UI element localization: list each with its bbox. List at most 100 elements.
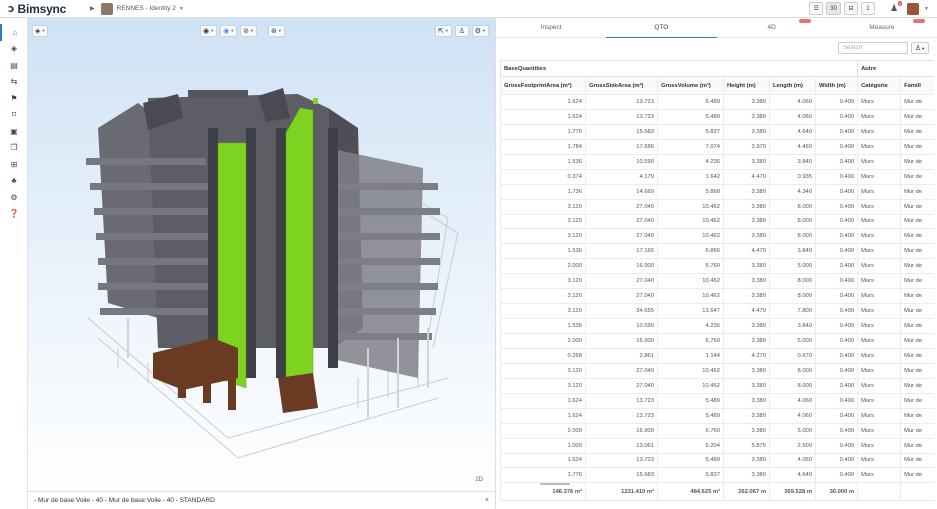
table-row[interactable]: 0.268 2.861 1.144 4.270 0.670 0.400 Murs Mur de (500, 347, 934, 364)
horizontal-scrollbar[interactable] (540, 483, 570, 485)
view-3d-button[interactable]: 30 (826, 2, 841, 15)
search-input[interactable] (838, 42, 908, 54)
table-row[interactable]: 1.736 14.669 5.868 3.380 4.340 0.400 Murs Mur d… (500, 183, 934, 200)
table-cell: 14.669 (585, 183, 658, 200)
notifications-button[interactable]: ♟ 2 (890, 1, 903, 14)
project-name[interactable]: RENNES - Identity 2 (117, 5, 176, 12)
table-row[interactable]: 2.000 16.900 6.760 3.380 5.000 0.400 Murs Mur d… (500, 258, 934, 275)
view-cube-button[interactable]: ◈ ▼ (32, 24, 49, 37)
tab-4d[interactable]: 4D (717, 18, 827, 37)
sidebar-item-help[interactable]: ❓ (0, 206, 28, 223)
table-row[interactable]: 1.624 13.723 5.489 3.380 4.060 0.400 Murs Mur d… (500, 452, 934, 469)
table-cell: 4.470 (723, 243, 770, 260)
column-header[interactable]: Famill (900, 76, 934, 95)
table-cell: Mur de (900, 108, 934, 125)
column-header[interactable]: GrossSideArea (m²) (585, 76, 658, 95)
column-header[interactable]: GrossVolume (m³) (657, 76, 724, 95)
group-header-basequantities: BaseQuantities (500, 60, 859, 77)
table-cell: 4.470 (723, 303, 770, 320)
table-cell: 5.000 (769, 333, 816, 349)
building-model[interactable] (28, 18, 495, 491)
hide-button[interactable]: ⊘ ▼ (240, 24, 257, 37)
table-cell: 16.900 (585, 333, 658, 349)
sidebar-item-users[interactable]: ♣ (0, 173, 28, 190)
sidebar-item-reports[interactable]: ▤ (0, 57, 28, 74)
table-row[interactable]: 1.536 10.590 4.236 3.380 3.840 0.400 Murs Mur d… (500, 153, 934, 170)
table-cell: Mur de (900, 273, 934, 290)
table-cell: 1.624 (500, 407, 586, 424)
3d-viewport[interactable]: ◈ ▼ ◉ ▼ ◉ ▼ ⊘ ▼ ⊛ ▼ ⇱ ▼ ♙ ⚙ ▼ 2D (28, 18, 495, 491)
table-row[interactable]: 3.120 34.655 13.647 4.470 7.800 0.400 Murs Mur … (500, 303, 934, 320)
table-cell: 4.640 (769, 467, 816, 484)
column-header[interactable]: Catégorie (857, 76, 902, 95)
section-button[interactable]: ⊛ ▼ (268, 24, 285, 37)
table-row[interactable]: 1.000 13.061 5.204 5.875 2.500 0.400 Murs Mur d… (500, 437, 934, 454)
sidebar-item-copy[interactable]: ❐ (0, 140, 28, 157)
sidebar-item-models[interactable]: ◈ (0, 41, 28, 58)
chevron-down-icon[interactable]: ▼ (924, 6, 929, 12)
table-row[interactable]: 1.624 13.723 5.489 3.380 4.060 0.400 Murs Mur d… (500, 407, 934, 424)
table-cell: 0.400 (814, 153, 859, 170)
column-header[interactable]: Length (m) (769, 76, 816, 95)
table-row[interactable]: 3.120 27.040 10.462 3.380 8.000 0.400 Murs Mur … (500, 377, 934, 394)
table-cell: Mur de (900, 213, 934, 230)
visibility-button[interactable]: ◉ ▼ (200, 24, 218, 37)
table-row[interactable]: 1.776 15.683 5.837 3.380 4.640 0.400 Murs Mur d… (500, 123, 934, 140)
table-cell: 0.400 (814, 437, 859, 454)
table-cell: 27.040 (585, 198, 658, 215)
table-row[interactable]: 1.624 13.723 5.489 3.380 4.060 0.400 Murs Mur d… (500, 108, 934, 125)
sidebar-item-briefcase[interactable]: ▣ (0, 123, 28, 140)
select-tool-button[interactable]: ⇱ ▼ (434, 24, 452, 37)
table-row[interactable]: 3.120 27.040 10.462 3.380 8.000 0.400 Murs Mur … (500, 228, 934, 245)
sidebar-item-network[interactable]: ⊞ (0, 156, 28, 173)
chevron-down-icon[interactable]: ▼ (179, 6, 184, 12)
project-avatar[interactable] (100, 2, 113, 15)
split-view-button[interactable]: ⊟ (843, 2, 858, 15)
notification-badge: 2 (897, 1, 903, 6)
column-header[interactable]: GrossFootprintArea (m²) (500, 76, 586, 95)
viewport-settings-button[interactable]: ⚙ ▼ (471, 24, 489, 37)
qto-table-container[interactable]: BaseQuantities Autre GrossFootprintArea … (500, 60, 934, 509)
table-cell: 8.000 (769, 362, 816, 379)
table-row[interactable]: 1.536 10.590 4.236 3.380 3.840 0.400 Murs Mur d… (500, 318, 934, 334)
2d-toggle[interactable]: 2D (475, 477, 483, 483)
table-cell: 0.400 (814, 183, 859, 200)
sidebar-item-tags[interactable]: ⌑ (0, 107, 28, 124)
table-row[interactable]: 1.784 17.686 7.074 3.970 4.460 0.400 Murs Mur d… (500, 138, 934, 155)
sidebar-item-sync[interactable]: ⇆ (0, 74, 28, 91)
table-row[interactable]: 0.374 4.179 1.642 4.470 0.935 0.400 Murs Mur de (500, 168, 934, 185)
table-row[interactable]: 2.000 16.900 6.760 3.380 5.000 0.400 Murs Mur d… (500, 333, 934, 349)
walk-tool-button[interactable]: ♙ (454, 24, 469, 37)
table-row[interactable]: 1.624 13.723 5.489 3.380 4.060 0.400 Murs Mur d… (500, 392, 934, 409)
tab-inspect[interactable]: Inspect (496, 18, 606, 37)
logo[interactable]: ↄ Bimsync (0, 2, 90, 16)
list-view-button[interactable]: ☰ (809, 2, 824, 15)
xray-button[interactable]: ◉ ▼ (220, 24, 238, 37)
view-1-button[interactable]: 1 (860, 2, 875, 15)
table-cell: Mur de (900, 138, 934, 155)
table-cell: 6.760 (657, 422, 724, 439)
table-row[interactable]: 1.776 15.683 5.837 3.380 4.640 0.400 Murs Mur d… (500, 467, 934, 484)
table-cell: 0.670 (769, 347, 816, 364)
table-cell: 7.800 (769, 303, 816, 320)
tab-qto[interactable]: QTO (606, 18, 717, 38)
sidebar-item-issues[interactable]: ⚑ (0, 90, 28, 107)
sidebar-item-home[interactable]: ⌂ (0, 24, 28, 41)
table-row[interactable]: 3.120 27.040 10.462 3.380 8.000 0.400 Murs Mur … (500, 288, 934, 305)
tab-measure[interactable]: Measure (827, 18, 937, 37)
sidebar-item-settings[interactable]: ⚙ (0, 189, 28, 206)
table-row[interactable]: 3.120 27.040 10.462 3.380 8.000 0.400 Murs Mur … (500, 273, 934, 290)
table-cell: 4.270 (723, 347, 770, 364)
table-row[interactable]: 3.120 27.040 10.462 3.380 8.000 0.400 Murs Mur … (500, 362, 934, 379)
column-chooser-button[interactable]: ♙ ▼ (911, 42, 929, 54)
close-icon[interactable]: × (485, 497, 489, 504)
table-row[interactable]: 3.120 27.040 10.462 3.380 8.000 0.400 Murs Mur … (500, 213, 934, 230)
table-row[interactable]: 3.120 27.040 10.462 3.380 8.000 0.400 Murs Mur … (500, 198, 934, 215)
table-row[interactable]: 1.624 13.723 5.489 3.380 4.060 0.400 Murs Mur d… (500, 94, 934, 110)
table-row[interactable]: 1.536 17.165 6.866 4.470 3.840 0.400 Murs Mur d… (500, 243, 934, 260)
table-row[interactable]: 2.000 16.900 6.760 3.380 5.000 0.400 Murs Mur d… (500, 422, 934, 439)
table-cell: Murs (857, 437, 902, 454)
user-avatar[interactable] (907, 2, 920, 15)
column-header[interactable]: Width (m) (814, 76, 859, 95)
column-header[interactable]: Height (m) (723, 76, 770, 95)
